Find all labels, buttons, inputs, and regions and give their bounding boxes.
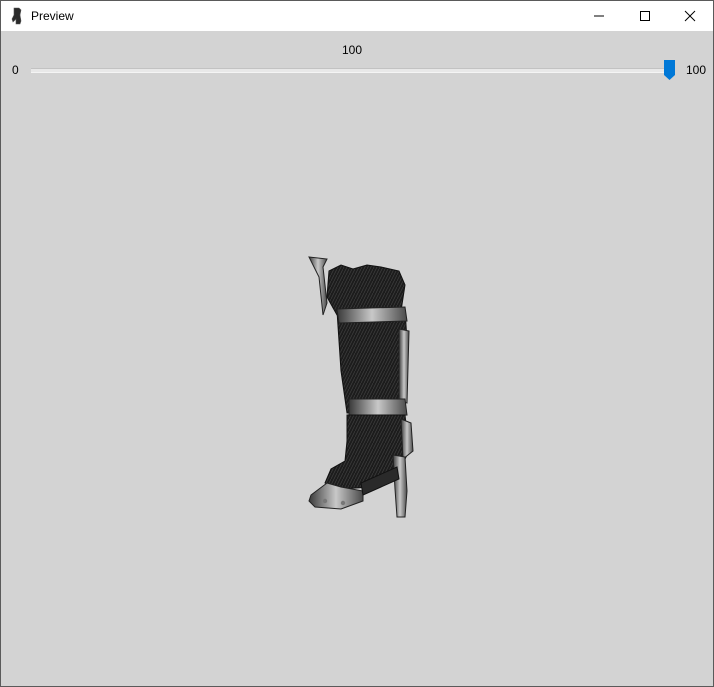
- preview-canvas: [1, 91, 713, 686]
- preview-window: Preview 100 0 100: [0, 0, 714, 687]
- minimize-button[interactable]: [576, 1, 622, 31]
- window-title: Preview: [31, 9, 74, 23]
- slider-max-label: 100: [686, 63, 707, 77]
- slider-value-label: 100: [341, 43, 363, 57]
- close-icon: [684, 10, 696, 22]
- maximize-button[interactable]: [622, 1, 668, 31]
- maximize-icon: [640, 11, 650, 21]
- title-bar[interactable]: Preview: [1, 1, 713, 31]
- slider-thumb[interactable]: [664, 60, 675, 80]
- close-button[interactable]: [667, 1, 713, 31]
- slider-track[interactable]: [31, 68, 675, 73]
- minimize-icon: [594, 15, 604, 17]
- boot-icon: [11, 7, 22, 25]
- slider-min-label: 0: [12, 63, 19, 77]
- slider-panel: 100 0 100: [1, 31, 713, 91]
- boot-model: [308, 256, 414, 518]
